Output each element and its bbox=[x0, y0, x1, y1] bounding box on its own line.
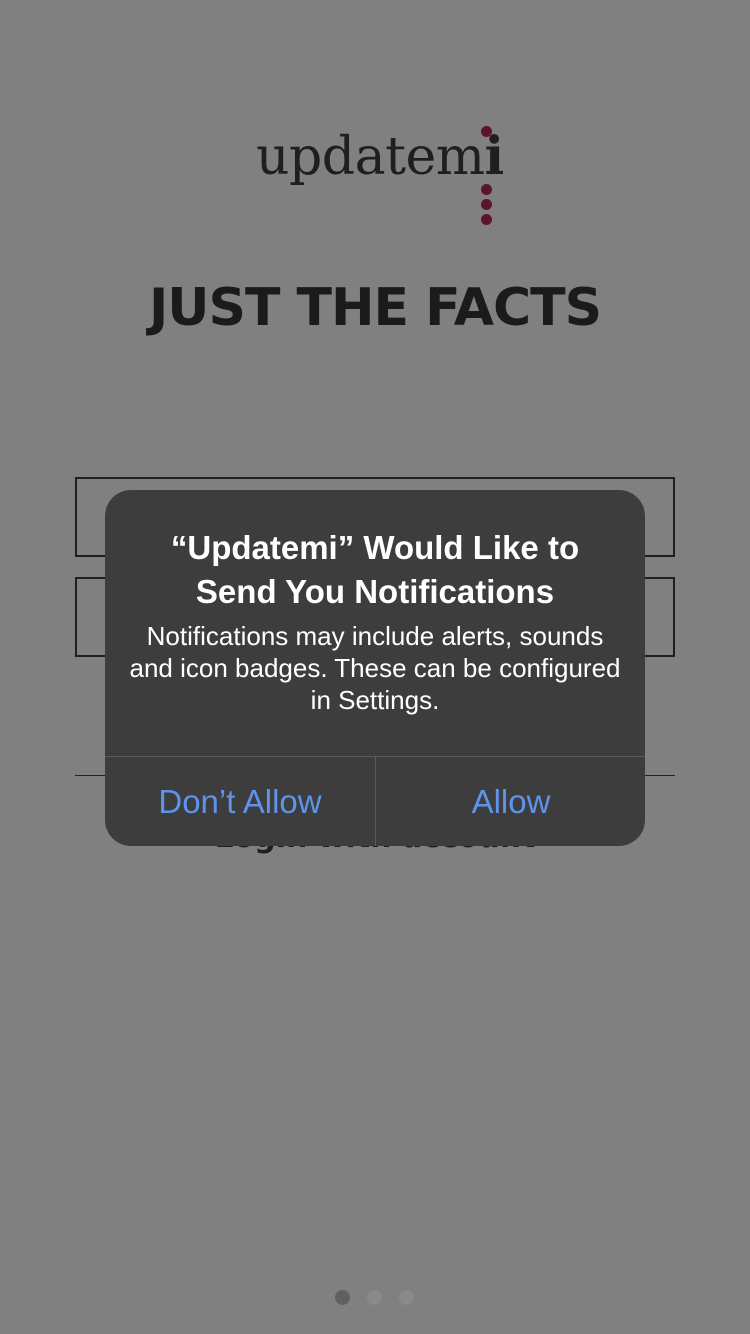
page-dot-3 bbox=[399, 1290, 414, 1305]
dont-allow-button[interactable]: Don’t Allow bbox=[105, 757, 375, 846]
updatemi-logo: updatemi bbox=[256, 118, 504, 229]
notification-permission-alert: “Updatemi” Would Like to Send You Notifi… bbox=[105, 490, 645, 846]
page-indicator bbox=[333, 1290, 423, 1306]
logo-dots-icon bbox=[481, 184, 493, 229]
tagline: JUST THE FACTS bbox=[148, 278, 602, 338]
page-dot-2 bbox=[367, 1290, 382, 1305]
logo-wordmark: updatemi bbox=[256, 126, 504, 188]
logo-i-dot bbox=[481, 126, 492, 137]
alert-title-line-2: Send You Notifications bbox=[195, 573, 555, 610]
alert-title: “Updatemi” Would Like to Send You Notifi… bbox=[125, 526, 625, 614]
alert-title-line-1: “Updatemi” Would Like to bbox=[170, 529, 580, 566]
allow-button[interactable]: Allow bbox=[376, 757, 645, 846]
logo-text-regular: updatem bbox=[256, 127, 485, 187]
page-dot-1 bbox=[335, 1290, 350, 1305]
onboarding-screen: updatemi JUST THE FACTS Login with accou… bbox=[0, 0, 750, 1334]
alert-message: Notifications may include alerts, sounds… bbox=[129, 621, 621, 715]
